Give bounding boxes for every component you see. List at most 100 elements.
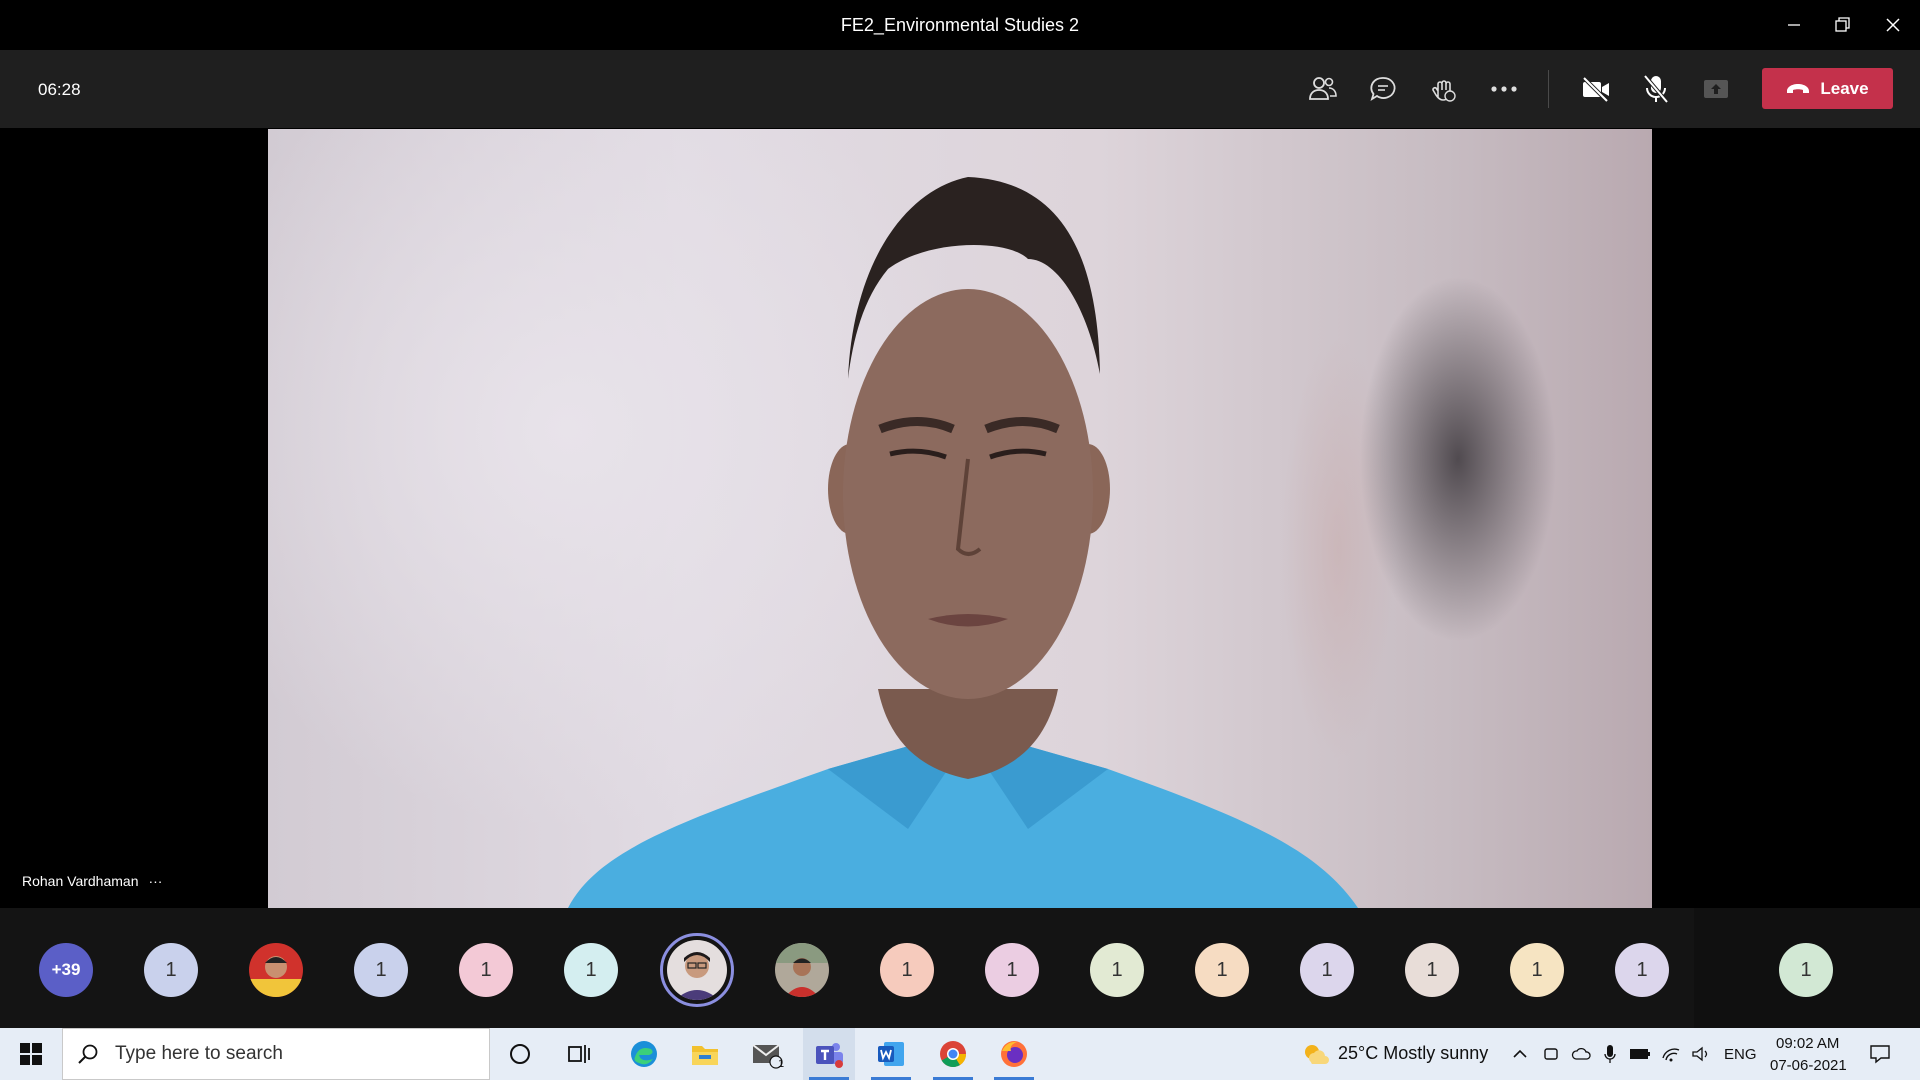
more-participants-button[interactable]: +39: [39, 943, 93, 997]
participant-avatar-photo[interactable]: [775, 943, 829, 997]
cortana-icon: [510, 1044, 530, 1064]
participants-button[interactable]: [1302, 68, 1344, 110]
participant-avatar[interactable]: 1: [144, 943, 198, 997]
windows-logo-icon: [20, 1043, 42, 1065]
participant-avatar[interactable]: 1: [459, 943, 513, 997]
minimize-icon[interactable]: [1776, 10, 1812, 40]
hang-up-icon: [1787, 83, 1810, 93]
participant-photo: [249, 943, 303, 997]
show-hidden-icons-button[interactable]: [1508, 1028, 1532, 1080]
participant-avatar[interactable]: 1: [354, 943, 408, 997]
leave-label: Leave: [1820, 78, 1869, 98]
weather-button[interactable]: [1297, 1028, 1333, 1080]
presenter-name: Rohan Vardhaman: [22, 873, 139, 889]
chrome-icon: [940, 1041, 967, 1068]
participant-avatar[interactable]: 1: [564, 943, 618, 997]
taskbar-app-edge[interactable]: [618, 1028, 670, 1080]
meet-now-icon: [1544, 1048, 1558, 1060]
tray-volume[interactable]: [1688, 1028, 1714, 1080]
task-view-icon: [568, 1045, 590, 1063]
meeting-timer: 06:28: [38, 80, 81, 99]
participant-gallery: +39 1 1 1 1 1 1 1 1 1 1 1 1 1: [0, 908, 1920, 1028]
windows-taskbar: Type here to search 1 25°C Mostly sunny: [0, 1028, 1920, 1080]
chat-button[interactable]: [1362, 68, 1404, 110]
tray-battery[interactable]: [1626, 1028, 1654, 1080]
taskbar-app-file-explorer[interactable]: [679, 1028, 731, 1080]
mic-toggle-button[interactable]: [1635, 68, 1677, 110]
participant-avatar[interactable]: 1: [880, 943, 934, 997]
video-stage: Rohan Vardhaman ···: [4, 128, 1916, 908]
taskbar-app-chrome[interactable]: [927, 1028, 979, 1080]
more-actions-button[interactable]: [1483, 68, 1525, 110]
participant-avatar-active[interactable]: [660, 933, 734, 1007]
reactions-icon: [1432, 80, 1456, 102]
tray-network[interactable]: [1658, 1028, 1684, 1080]
tray-microphone[interactable]: [1598, 1028, 1622, 1080]
more-options-icon: [1491, 86, 1517, 92]
avatar-initials: 1: [1111, 958, 1123, 981]
leave-button[interactable]: Leave: [1762, 68, 1893, 109]
tray-meet-now[interactable]: [1538, 1028, 1564, 1080]
wifi-icon: [1662, 1048, 1680, 1062]
avatar-initials: 1: [1216, 958, 1228, 981]
weather-partly-sunny-icon: [1305, 1045, 1329, 1064]
taskbar-app-teams[interactable]: [803, 1028, 855, 1080]
meeting-toolbar: 06:28 Leave: [0, 50, 1920, 128]
microphone-icon: [1604, 1045, 1616, 1063]
participant-avatar[interactable]: 1: [1405, 943, 1459, 997]
camera-toggle-button[interactable]: [1575, 68, 1617, 110]
avatar-initials: 1: [1636, 958, 1648, 981]
toolbar-divider: [1548, 70, 1549, 108]
battery-icon: [1630, 1049, 1650, 1059]
avatar-initials: 1: [375, 958, 387, 981]
window-title-bar: FE2_Environmental Studies 2: [0, 0, 1920, 50]
start-button[interactable]: [8, 1028, 54, 1080]
weather-text[interactable]: 25°C Mostly sunny: [1338, 1043, 1488, 1064]
search-icon: [78, 1044, 98, 1064]
avatar-initials: 1: [1006, 958, 1018, 981]
camera-off-icon: [1582, 76, 1609, 102]
action-center-button[interactable]: [1862, 1028, 1898, 1080]
mic-off-icon: [1643, 74, 1669, 104]
avatar-initials: 1: [585, 958, 597, 981]
participant-avatar[interactable]: 1: [1300, 943, 1354, 997]
teams-icon: [816, 1043, 843, 1068]
avatar-initials: 1: [1321, 958, 1333, 981]
taskbar-search-box[interactable]: Type here to search: [62, 1028, 490, 1080]
avatar-initials: 1: [901, 958, 913, 981]
participant-photo: [667, 940, 727, 1000]
edge-icon: [631, 1041, 657, 1067]
taskbar-app-firefox[interactable]: [988, 1028, 1040, 1080]
participant-avatar-photo[interactable]: [249, 943, 303, 997]
reactions-button[interactable]: [1422, 68, 1464, 110]
task-view-button[interactable]: [555, 1028, 603, 1080]
folder-icon: [692, 1046, 718, 1065]
participant-avatar[interactable]: 1: [985, 943, 1039, 997]
chat-icon: [1370, 77, 1396, 101]
presenter-video: [268, 129, 1652, 908]
clock-time[interactable]: 09:02 AM: [1776, 1035, 1839, 1052]
speaker-icon: [1692, 1046, 1708, 1062]
taskbar-app-word[interactable]: [865, 1028, 917, 1080]
clock-date[interactable]: 07-06-2021: [1770, 1057, 1847, 1074]
restore-icon[interactable]: [1825, 10, 1861, 40]
tray-onedrive[interactable]: [1568, 1028, 1594, 1080]
firefox-icon: [1001, 1041, 1027, 1067]
cloud-icon: [1571, 1047, 1591, 1060]
participant-avatar[interactable]: 1: [1779, 943, 1833, 997]
participant-avatar[interactable]: 1: [1615, 943, 1669, 997]
notification-icon: [1870, 1045, 1890, 1064]
close-icon[interactable]: [1875, 10, 1911, 40]
cortana-button[interactable]: [496, 1028, 544, 1080]
presenter-more-options[interactable]: ···: [148, 873, 162, 889]
language-indicator[interactable]: ENG: [1724, 1046, 1757, 1063]
avatar-initials: 1: [165, 958, 177, 981]
share-tray-icon: [1704, 80, 1728, 98]
taskbar-app-mail[interactable]: 1: [742, 1028, 794, 1080]
presenter-name-tag: Rohan Vardhaman ···: [22, 873, 162, 889]
participant-avatar[interactable]: 1: [1510, 943, 1564, 997]
participant-avatar[interactable]: 1: [1195, 943, 1249, 997]
participant-avatar[interactable]: 1: [1090, 943, 1144, 997]
share-tray-button[interactable]: [1695, 68, 1737, 110]
mail-badge: 1: [778, 1058, 785, 1070]
